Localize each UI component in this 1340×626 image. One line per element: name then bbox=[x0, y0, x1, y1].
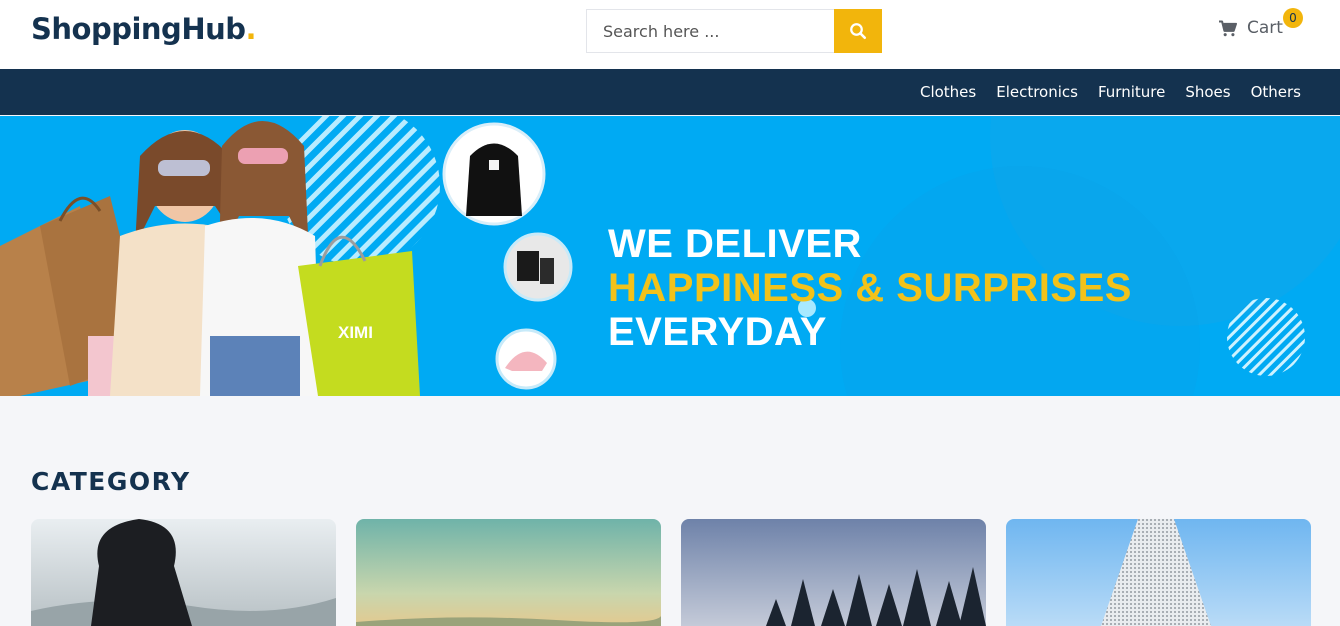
cart-label: Cart bbox=[1247, 18, 1283, 38]
pine-forest-image bbox=[681, 519, 986, 626]
nav-item-electronics[interactable]: Electronics bbox=[996, 83, 1078, 101]
banner-line-2-rest: EVERYDAY bbox=[608, 310, 827, 354]
nav-item-furniture[interactable]: Furniture bbox=[1098, 83, 1165, 101]
logo-text: ShoppingHub bbox=[31, 12, 246, 46]
banner-headline: WE DELIVER HAPPINESS & SURPRISES EVERYDA… bbox=[608, 222, 1340, 354]
nav-item-clothes[interactable]: Clothes bbox=[920, 83, 976, 101]
category-grid bbox=[31, 519, 1311, 626]
category-navbar: Clothes Electronics Furniture Shoes Othe… bbox=[0, 69, 1340, 115]
cart-button[interactable]: Cart 0 bbox=[1218, 8, 1303, 38]
meadow-sky-image bbox=[356, 519, 661, 626]
category-card-1[interactable] bbox=[31, 519, 336, 626]
banner-line-2: HAPPINESS & SURPRISES EVERYDAY bbox=[608, 266, 1340, 354]
search-bar bbox=[586, 9, 882, 53]
category-title: CATEGORY bbox=[31, 467, 191, 496]
skyscraper-image bbox=[1006, 519, 1311, 626]
svg-text:XIMI: XIMI bbox=[338, 323, 373, 342]
category-card-4[interactable] bbox=[1006, 519, 1311, 626]
site-header: ShoppingHub. Cart 0 bbox=[0, 0, 1340, 69]
search-button[interactable] bbox=[834, 9, 882, 53]
search-icon bbox=[850, 23, 867, 40]
cart-count-badge: 0 bbox=[1283, 8, 1303, 28]
banner-highlight: HAPPINESS & SURPRISES bbox=[608, 266, 1132, 310]
site-logo[interactable]: ShoppingHub. bbox=[31, 12, 257, 46]
category-card-3[interactable] bbox=[681, 519, 986, 626]
logo-dot: . bbox=[245, 12, 257, 46]
hero-banner[interactable]: XIMI XIMI WE DELIVER HAPPINESS & SURPRIS… bbox=[0, 116, 1340, 396]
person-on-hill-image bbox=[31, 519, 336, 626]
search-input[interactable] bbox=[586, 9, 834, 53]
banner-line-1: WE DELIVER bbox=[608, 222, 862, 266]
nav-item-others[interactable]: Others bbox=[1251, 83, 1301, 101]
cart-icon bbox=[1219, 20, 1237, 36]
category-card-2[interactable] bbox=[356, 519, 661, 626]
nav-item-shoes[interactable]: Shoes bbox=[1185, 83, 1230, 101]
